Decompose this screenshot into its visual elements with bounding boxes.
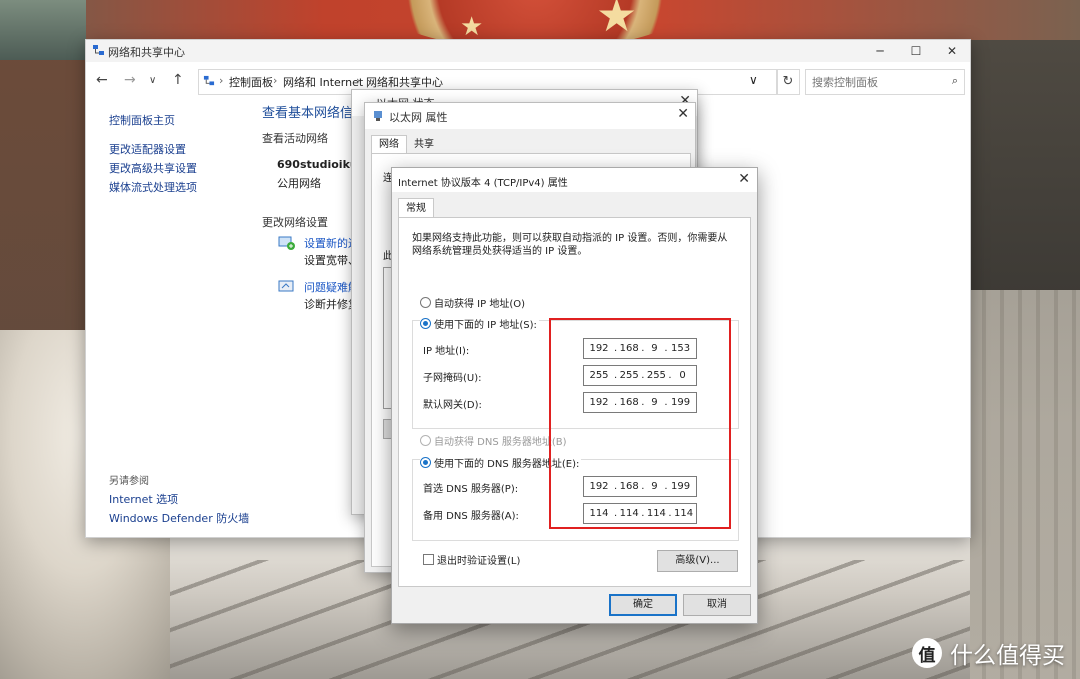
search-icon[interactable]: ⌕: [952, 74, 958, 88]
forward-arrow-icon[interactable]: →: [124, 72, 136, 88]
maximize-button[interactable]: ☐: [898, 40, 934, 62]
search-box[interactable]: ⌕: [805, 69, 965, 95]
ok-button[interactable]: 确定: [609, 594, 677, 616]
tab-sharing[interactable]: 共享: [407, 136, 441, 153]
validate-on-exit-label: 退出时验证设置(L): [437, 556, 521, 567]
chevron-right-icon: ›: [356, 74, 361, 87]
wallpaper-tree: [0, 0, 86, 60]
tab-network[interactable]: 网络: [371, 135, 407, 154]
star-icon: ★: [596, 0, 638, 42]
window-titlebar[interactable]: 网络和共享中心 ─ ☐ ✕: [86, 40, 970, 62]
alternate-dns-label: 备用 DNS 服务器(A):: [423, 511, 519, 522]
minimize-button[interactable]: ─: [862, 40, 898, 62]
advanced-sharing-settings-link[interactable]: 更改高级共享设置: [109, 160, 197, 176]
checkbox-unchecked-icon: [423, 554, 434, 565]
ip-address-label: IP 地址(I):: [423, 346, 470, 357]
radio-disabled-icon: [420, 435, 431, 446]
address-dropdown-chevron-icon[interactable]: ∨: [749, 73, 758, 87]
watermark-logo-icon: 值: [912, 638, 942, 668]
default-gateway-label: 默认网关(D):: [423, 400, 482, 411]
advanced-button[interactable]: 高级(V)...: [657, 550, 738, 572]
search-input[interactable]: [810, 73, 939, 91]
ethernet-adapter-icon: [374, 111, 382, 121]
cancel-button[interactable]: 取消: [683, 594, 751, 616]
wallpaper-wall: [968, 290, 1080, 679]
subnet-mask-label: 子网掩码(U):: [423, 373, 482, 384]
auto-ip-radio[interactable]: 自动获得 IP 地址(O): [420, 295, 525, 310]
active-networks-label: 查看活动网络: [262, 132, 328, 145]
radio-unselected-icon: [420, 297, 431, 308]
manual-ip-radio[interactable]: 使用下面的 IP 地址(S):: [420, 316, 539, 331]
description-text: 如果网络支持此功能，则可以获取自动指派的 IP 设置。否则，你需要从网络系统管理…: [412, 233, 728, 257]
breadcrumb-item[interactable]: 网络和 Internet: [283, 74, 363, 90]
recent-chevron-down-icon[interactable]: ∨: [149, 75, 156, 86]
troubleshoot-icon: [278, 280, 294, 292]
highlight-annotation-box: [549, 318, 731, 529]
change-settings-label: 更改网络设置: [262, 216, 328, 229]
watermark-text: 什么值得买: [950, 643, 1065, 669]
close-icon[interactable]: ✕: [738, 171, 750, 187]
chevron-right-icon: ›: [219, 74, 224, 87]
validate-on-exit-checkbox[interactable]: 退出时验证设置(L): [423, 552, 520, 567]
preferred-dns-label: 首选 DNS 服务器(P):: [423, 484, 519, 495]
breadcrumb-item[interactable]: 控制面板: [229, 74, 273, 90]
network-icon: [203, 75, 215, 86]
new-connection-icon: [278, 236, 295, 250]
radio-selected-icon: [420, 318, 431, 329]
auto-dns-radio[interactable]: 自动获得 DNS 服务器地址(B): [420, 433, 567, 448]
network-icon: [93, 45, 104, 55]
dialog-title: 以太网 属性: [389, 111, 448, 124]
see-also-heading: 另请参阅: [109, 476, 149, 487]
internet-options-link[interactable]: Internet 选项: [109, 491, 178, 507]
network-type: 公用网络: [277, 177, 321, 190]
change-adapter-settings-link[interactable]: 更改适配器设置: [109, 141, 186, 157]
dialog-titlebar[interactable]: 以太网 属性 ✕: [365, 103, 695, 129]
media-streaming-options-link[interactable]: 媒体流式处理选项: [109, 179, 197, 195]
breadcrumb-item[interactable]: 网络和共享中心: [366, 74, 443, 90]
manual-ip-label: 使用下面的 IP 地址(S):: [434, 320, 537, 331]
windows-firewall-link[interactable]: Windows Defender 防火墙: [109, 510, 249, 526]
up-arrow-icon[interactable]: ↑: [172, 72, 184, 88]
control-panel-home-link[interactable]: 控制面板主页: [109, 112, 175, 128]
auto-dns-label: 自动获得 DNS 服务器地址(B): [434, 437, 567, 448]
chevron-right-icon: ›: [273, 74, 278, 87]
tab-general[interactable]: 常规: [398, 198, 434, 218]
close-button[interactable]: ✕: [934, 40, 970, 62]
back-arrow-icon[interactable]: ←: [96, 72, 108, 88]
auto-ip-label: 自动获得 IP 地址(O): [434, 299, 526, 310]
dialog-title: Internet 协议版本 4 (TCP/IPv4) 属性: [398, 178, 568, 189]
watermark: 值 什么值得买: [912, 636, 1065, 670]
refresh-button[interactable]: ↻: [776, 69, 800, 95]
window-title: 网络和共享中心: [108, 46, 185, 59]
page-title: 查看基本网络信: [262, 106, 354, 121]
dialog-titlebar[interactable]: Internet 协议版本 4 (TCP/IPv4) 属性 ✕: [392, 168, 757, 192]
close-icon[interactable]: ✕: [677, 106, 689, 122]
radio-selected-icon: [420, 457, 431, 468]
